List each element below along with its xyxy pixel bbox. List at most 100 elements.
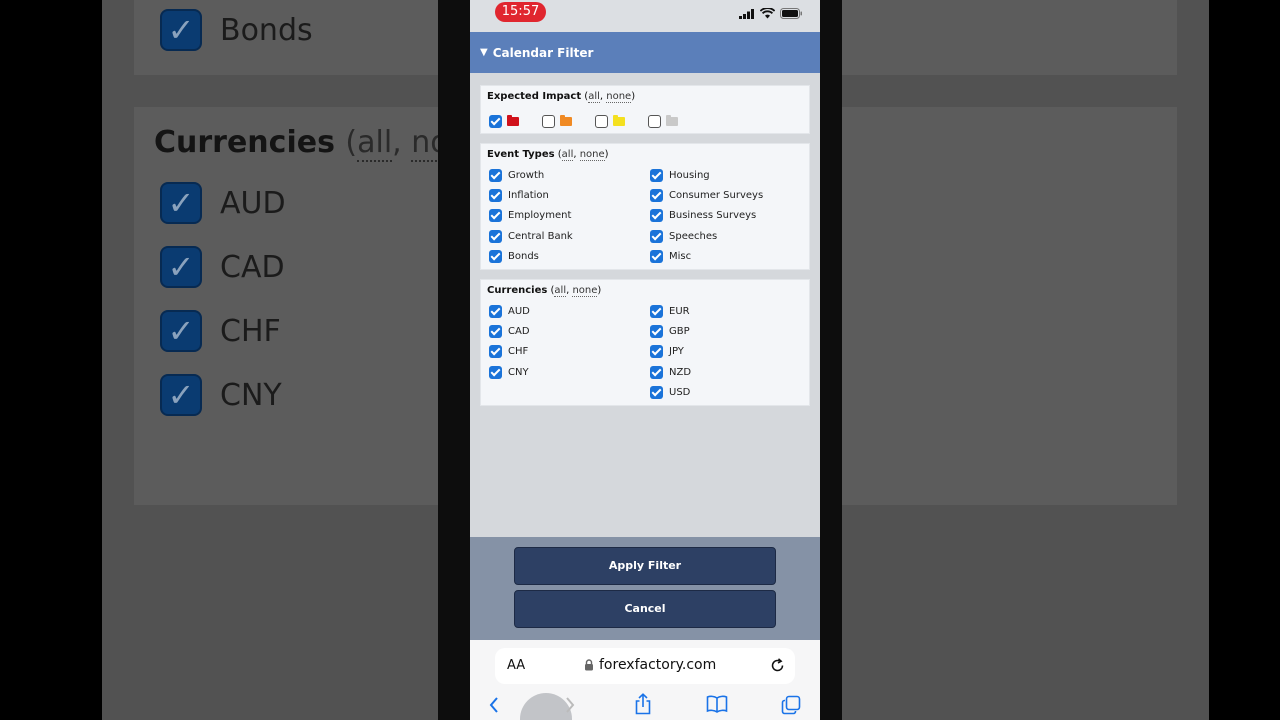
event-type-option[interactable]: Business Surveys — [650, 207, 756, 223]
currencies-none-link[interactable]: none — [572, 285, 598, 297]
event-type-option[interactable]: Bonds — [489, 248, 539, 264]
currency-label: USD — [669, 386, 691, 398]
expected-impact-title: Expected Impact — [487, 91, 582, 102]
currency-option[interactable]: JPY — [650, 343, 684, 359]
back-icon[interactable] — [488, 695, 500, 715]
currency-checkbox[interactable] — [650, 365, 663, 379]
currency-label: GBP — [669, 325, 690, 337]
phone-bezel-left — [438, 0, 470, 720]
event-type-option[interactable]: Consumer Surveys — [650, 187, 763, 203]
event-type-option[interactable]: Misc — [650, 248, 691, 264]
status-bar: 15:57 — [470, 0, 820, 32]
currency-label: EUR — [669, 305, 690, 317]
reload-icon[interactable] — [770, 658, 785, 673]
currency-option[interactable]: EUR — [650, 303, 690, 319]
red-impact-folder-icon — [507, 114, 519, 126]
cancel-button[interactable]: Cancel — [514, 590, 776, 628]
event-type-checkbox[interactable] — [650, 188, 663, 202]
event-type-label: Speeches — [669, 230, 718, 242]
impact-none-link[interactable]: none — [606, 91, 632, 103]
currency-option[interactable]: GBP — [650, 323, 690, 339]
checkbox-icon: ✓ — [160, 374, 202, 416]
currency-option[interactable]: CHF — [489, 343, 528, 359]
event-type-label: Employment — [508, 209, 572, 221]
impact-low-checkbox[interactable] — [595, 114, 608, 128]
event-type-option[interactable]: Speeches — [650, 228, 717, 244]
currency-checkbox[interactable] — [650, 344, 663, 358]
currency-checkbox[interactable] — [489, 344, 502, 358]
forward-icon[interactable] — [564, 695, 576, 715]
event-type-option[interactable]: Growth — [489, 167, 544, 183]
event-types-none-link[interactable]: none — [579, 149, 605, 161]
currency-label: CNY — [508, 366, 529, 378]
impact-high-checkbox[interactable] — [489, 114, 502, 128]
background-currency-label: AUD — [220, 185, 286, 221]
background-currency-cny: ✓ CNY — [160, 373, 282, 417]
currencies-all-link[interactable]: all — [554, 285, 567, 297]
currencies-section: Currencies (all, none) AUD CAD CHF CNY E… — [480, 279, 810, 406]
event-type-checkbox[interactable] — [650, 168, 663, 182]
currency-label: CHF — [508, 345, 529, 357]
event-type-checkbox[interactable] — [650, 208, 663, 222]
event-type-option[interactable]: Housing — [650, 167, 710, 183]
event-type-label: Central Bank — [508, 230, 573, 242]
event-type-label: Inflation — [508, 189, 549, 201]
currency-checkbox[interactable] — [489, 365, 502, 379]
currency-option[interactable]: AUD — [489, 303, 530, 319]
currency-option[interactable]: CNY — [489, 364, 529, 380]
currency-option[interactable]: CAD — [489, 323, 530, 339]
event-type-option[interactable]: Inflation — [489, 187, 549, 203]
checkbox-icon: ✓ — [160, 246, 202, 288]
currencies-heading: Currencies (all, none) — [487, 285, 602, 297]
event-type-option[interactable]: Employment — [489, 207, 571, 223]
bookmarks-icon[interactable] — [706, 695, 728, 713]
event-type-checkbox[interactable] — [489, 229, 502, 243]
event-types-section: Event Types (all, none) Growth Inflation… — [480, 143, 810, 270]
event-type-checkbox[interactable] — [489, 168, 502, 182]
yellow-impact-folder-icon — [613, 114, 625, 126]
calendar-filter-header: ▼ Calendar Filter — [470, 32, 820, 73]
impact-medium-checkbox[interactable] — [542, 114, 555, 128]
background-currency-label: CNY — [220, 377, 282, 413]
currencies-title: Currencies — [487, 285, 548, 296]
event-types-all-link[interactable]: all — [561, 149, 574, 161]
currency-checkbox[interactable] — [650, 304, 663, 318]
impact-medium-option[interactable] — [542, 113, 572, 129]
impact-all-link[interactable]: all — [588, 91, 600, 103]
address-bar[interactable]: AA forexfactory.com — [495, 648, 795, 684]
background-currencies-heading: Currencies (all, no — [154, 125, 449, 162]
tabs-icon[interactable] — [781, 695, 801, 715]
impact-low-option[interactable] — [595, 113, 625, 129]
phone-bezel-right — [820, 0, 842, 720]
background-currency-label: CHF — [220, 313, 281, 349]
background-currency-aud: ✓ AUD — [160, 181, 286, 225]
currency-option[interactable]: NZD — [650, 364, 691, 380]
currency-checkbox[interactable] — [489, 324, 502, 338]
impact-none-option[interactable] — [648, 113, 678, 129]
apply-filter-button[interactable]: Apply Filter — [514, 547, 776, 585]
orange-impact-folder-icon — [560, 114, 572, 126]
background-item-bonds: ✓ Bonds — [160, 8, 313, 52]
lock-icon — [585, 659, 593, 671]
currency-checkbox[interactable] — [650, 324, 663, 338]
event-type-checkbox[interactable] — [489, 249, 502, 263]
event-type-option[interactable]: Central Bank — [489, 228, 573, 244]
share-icon[interactable] — [634, 693, 652, 715]
currency-label: AUD — [508, 305, 530, 317]
event-type-checkbox[interactable] — [489, 188, 502, 202]
text-size-button[interactable]: AA — [507, 658, 525, 673]
event-type-checkbox[interactable] — [650, 249, 663, 263]
event-type-checkbox[interactable] — [650, 229, 663, 243]
currency-checkbox[interactable] — [650, 385, 663, 399]
impact-high-option[interactable] — [489, 113, 519, 129]
currency-label: NZD — [669, 366, 692, 378]
event-type-checkbox[interactable] — [489, 208, 502, 222]
currency-option[interactable]: USD — [650, 384, 690, 400]
calendar-filter-title: Calendar Filter — [492, 45, 594, 60]
background-heading-title: Currencies — [154, 125, 335, 160]
currency-checkbox[interactable] — [489, 304, 502, 318]
status-time[interactable]: 15:57 — [495, 2, 546, 22]
filter-footer: Apply Filter Cancel — [470, 537, 820, 640]
impact-holiday-checkbox[interactable] — [648, 114, 661, 128]
checkbox-icon: ✓ — [160, 310, 202, 352]
